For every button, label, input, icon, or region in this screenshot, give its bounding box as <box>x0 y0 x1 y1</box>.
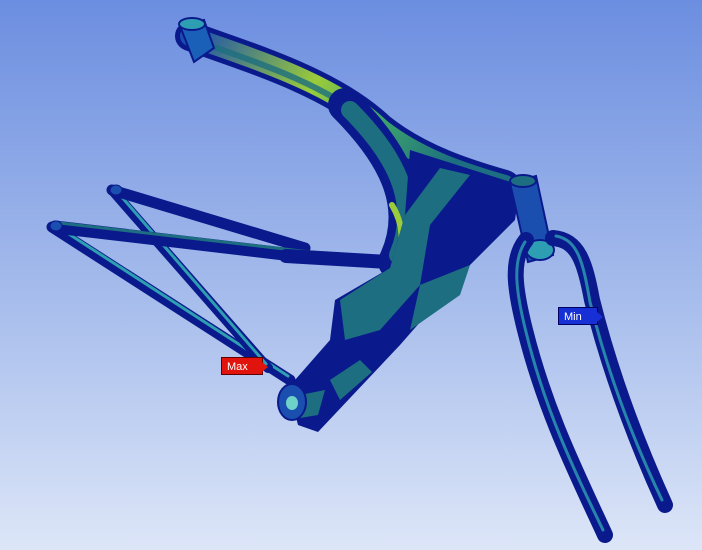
chain-stays <box>48 184 412 270</box>
bike-frame-model[interactable] <box>0 0 702 550</box>
bottom-bracket <box>277 383 307 421</box>
graphics-viewport[interactable]: Max Min <box>0 0 702 550</box>
fork <box>507 230 673 543</box>
min-probe-label: Min <box>558 307 603 325</box>
max-probe-label: Max <box>221 357 268 375</box>
min-probe-pointer <box>597 312 603 322</box>
max-probe-text: Max <box>227 361 248 373</box>
min-probe-text: Min <box>564 311 582 323</box>
max-probe-pointer <box>262 362 268 372</box>
seat-stays <box>46 185 296 386</box>
